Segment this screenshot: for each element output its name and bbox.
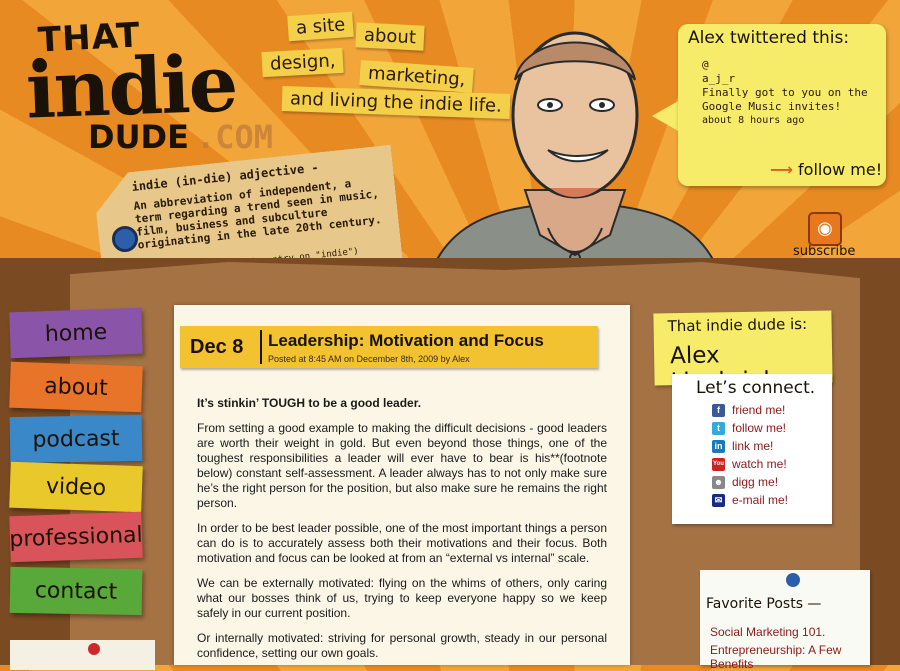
twitter-icon: t (712, 421, 725, 435)
email-icon: ✉ (712, 493, 725, 507)
grommet-icon (112, 226, 138, 252)
nav-home[interactable]: home (9, 307, 143, 359)
digg-icon: ☻ (712, 475, 725, 489)
watch-me-label: watch me! (732, 457, 787, 471)
post-header: Dec 8 Leadership: Motivation and Focus P… (180, 326, 598, 368)
tagline-3: design, (261, 47, 345, 78)
favorite-posts-title: Favorite Posts — (706, 596, 822, 612)
logo-com: .COM (196, 118, 274, 156)
tagline-1: a site (287, 11, 355, 42)
follow-me-label: follow me! (798, 160, 883, 179)
nav-podcast[interactable]: podcast (9, 414, 143, 464)
friend-me-link[interactable]: f friend me! (712, 403, 785, 417)
post-paragraph: We can be externally motivated: flying o… (197, 576, 607, 620)
favorite-post-link[interactable]: Entrepreneurship: A Few Benefits (710, 643, 860, 671)
post-title[interactable]: Leadership: Motivation and Focus (268, 331, 544, 351)
nav-video[interactable]: video (9, 461, 143, 513)
tweet-at: @ (702, 58, 709, 71)
connect-card: Let’s connect. f friend me! t follow me!… (672, 374, 832, 524)
youtube-icon: You (712, 457, 725, 471)
rss-icon[interactable]: ◉ (808, 212, 842, 246)
digg-me-link[interactable]: ☻ digg me! (712, 475, 778, 489)
site-logo[interactable]: THAT indie DUDE .COM (18, 8, 318, 158)
favorite-post-link[interactable]: Social Marketing 101. (710, 625, 825, 639)
tweet-text: Finally got to you on the Google Music i… (702, 86, 868, 113)
logo-dude: DUDE (88, 118, 189, 156)
digg-me-label: digg me! (732, 475, 779, 489)
link-me-label: link me! (732, 439, 774, 453)
follow-me-link[interactable]: ⟶ follow me! (770, 160, 882, 179)
portrait-illustration (430, 31, 720, 275)
post-paragraph: Or internally motivated: striving for pe… (197, 631, 607, 660)
twitter-title: Alex twittered this: (688, 28, 850, 48)
watch-me-link[interactable]: You watch me! (712, 457, 787, 471)
tagline-2: about (355, 22, 425, 51)
follow-me-twitter-link[interactable]: t follow me! (712, 421, 786, 435)
follow-me-twitter-label: follow me! (732, 421, 787, 435)
post-paragraph: In order to be best leader possible, one… (197, 521, 607, 565)
link-me-link[interactable]: in link me! (712, 439, 773, 453)
twitter-bubble: Alex twittered this: @ a_j_r Finally got… (678, 24, 886, 186)
pushpin-icon (786, 573, 800, 587)
torn-paper (10, 640, 155, 670)
post-paragraph: From setting a good example to making th… (197, 421, 607, 510)
nav-about[interactable]: about (9, 361, 143, 413)
favorite-posts-card: Favorite Posts — Social Marketing 101. E… (700, 570, 870, 671)
friend-me-label: friend me! (732, 403, 786, 417)
email-me-label: e-mail me! (732, 493, 789, 507)
post-date: Dec 8 (190, 336, 244, 358)
arrow-icon: ⟶ (770, 160, 793, 179)
author-label: That indie dude is: (667, 314, 808, 336)
subscribe-link[interactable]: subscribe (793, 244, 855, 259)
linkedin-icon: in (712, 439, 725, 453)
post-content: It’s stinkin’ TOUGH to be a good leader.… (197, 396, 607, 671)
email-me-link[interactable]: ✉ e-mail me! (712, 493, 788, 507)
bubble-tail (652, 100, 680, 132)
connect-title: Let’s connect. (696, 378, 816, 398)
post-lead: It’s stinkin’ TOUGH to be a good leader. (197, 396, 422, 410)
nav-contact[interactable]: contact (9, 566, 143, 616)
nav-professional[interactable]: professional (9, 511, 143, 563)
tweet-handle[interactable]: a_j_r (702, 72, 882, 86)
tweet-time[interactable]: about 8 hours ago (702, 114, 882, 128)
tweet-body: @ a_j_r Finally got to you on the Google… (702, 58, 882, 128)
post-meta: Posted at 8:45 AM on December 8th, 2009 … (268, 354, 470, 364)
facebook-icon: f (712, 403, 725, 417)
header-divider (260, 330, 262, 364)
pushpin-icon (88, 643, 100, 655)
